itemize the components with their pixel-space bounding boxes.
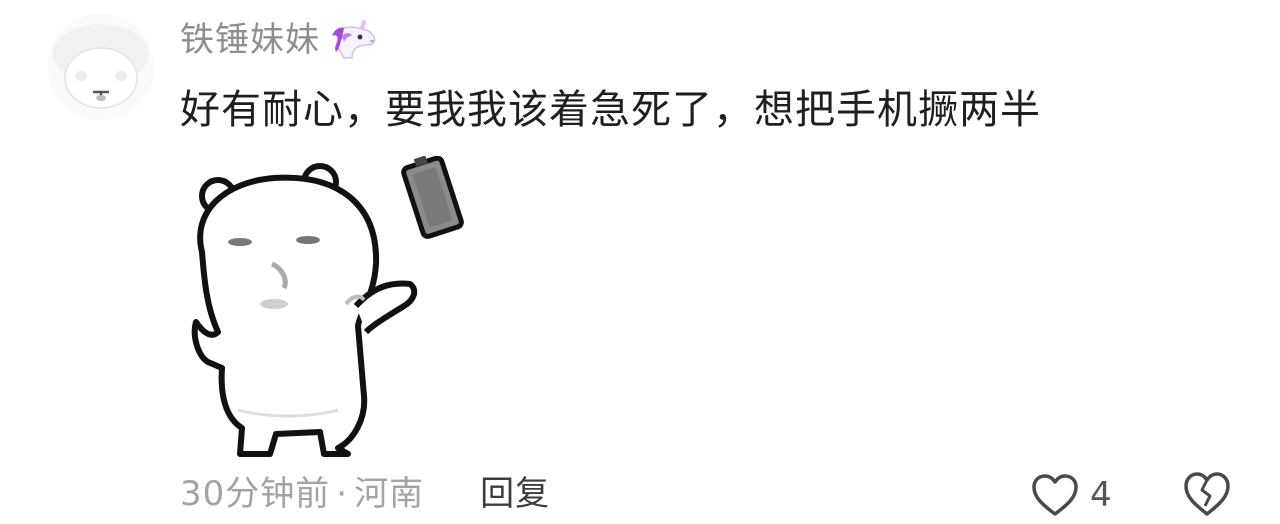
user-header: 铁锤妹妹: [180, 14, 378, 66]
comment-time: 30分钟前: [180, 474, 331, 514]
reply-button[interactable]: 回复: [480, 468, 550, 520]
broken-heart-icon: [1184, 472, 1230, 516]
sticker-image[interactable]: [178, 156, 480, 458]
username[interactable]: 铁锤妹妹: [180, 14, 320, 66]
meta-separator: ·: [336, 474, 349, 514]
comment-location: 河南: [354, 474, 425, 514]
comment-footer: 30分钟前 · 河南 回复: [180, 468, 550, 520]
like-count: 4: [1090, 475, 1112, 515]
like-button[interactable]: 4: [1030, 470, 1112, 520]
bear-throwing-phone-icon: [191, 156, 464, 457]
heart-outline-icon: [1032, 474, 1078, 516]
avatar[interactable]: [48, 14, 154, 120]
dislike-button[interactable]: [1183, 470, 1231, 518]
avatar-image: [48, 14, 154, 120]
comment-text: 好有耐心，要我我该着急死了，想把手机撅两半: [180, 87, 1041, 133]
unicorn-icon: [330, 18, 378, 62]
comment-item: 铁锤妹妹 好有耐心，要我我该着急死了，想把手机撅两半 30分钟前 · 河南 回复…: [0, 0, 1280, 524]
